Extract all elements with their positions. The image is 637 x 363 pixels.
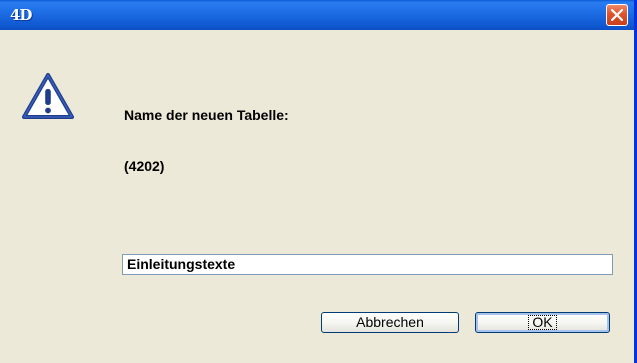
warning-icon xyxy=(22,73,74,119)
dialog-window: 4D Name der neuen Tabelle: (4202) Einlei… xyxy=(0,0,637,363)
message-line-2: (4202) xyxy=(124,158,165,174)
message-line-1: Name der neuen Tabelle: xyxy=(124,107,289,123)
table-name-input[interactable]: Einleitungstexte xyxy=(122,254,613,275)
ok-button-label: OK xyxy=(528,315,557,330)
close-button[interactable] xyxy=(606,4,628,26)
cancel-button[interactable]: Abbrechen xyxy=(321,312,459,333)
window-frame xyxy=(0,30,2,363)
dialog-message: Name der neuen Tabelle: (4202) xyxy=(124,73,289,209)
close-icon xyxy=(611,9,623,21)
title-bar[interactable]: 4D xyxy=(0,0,634,30)
ok-button[interactable]: OK xyxy=(475,312,610,333)
app-logo: 4D xyxy=(10,6,32,24)
